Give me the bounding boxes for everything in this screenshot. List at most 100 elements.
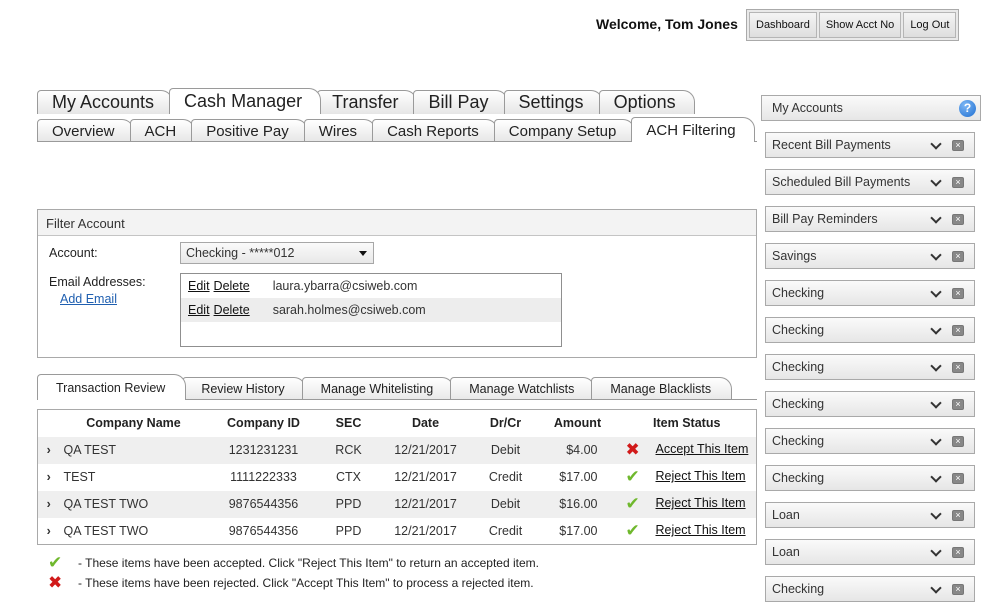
sec-code: RCK xyxy=(319,436,378,464)
tab-cash-manager[interactable]: Cash Manager xyxy=(169,88,322,114)
edit-email-link[interactable]: Edit xyxy=(188,303,210,317)
edit-email-link[interactable]: Edit xyxy=(188,279,210,293)
company-id: 9876544356 xyxy=(228,523,299,538)
sidebar-item[interactable]: Loan × xyxy=(765,502,975,528)
sidebar-item[interactable]: Checking × xyxy=(765,465,975,491)
sidebar-item[interactable]: Checking × xyxy=(765,280,975,306)
close-icon[interactable]: × xyxy=(952,214,964,225)
tab-manage-blacklists[interactable]: Manage Blacklists xyxy=(591,377,733,400)
tab-bill-pay[interactable]: Bill Pay xyxy=(413,90,508,114)
close-icon[interactable]: × xyxy=(952,399,964,410)
welcome-text: Welcome, Tom Jones xyxy=(596,16,738,32)
sidebar-item[interactable]: Checking × xyxy=(765,428,975,454)
tab-transaction-review[interactable]: Transaction Review xyxy=(37,374,187,400)
sidebar-item-label: Checking xyxy=(772,471,825,485)
tab-options[interactable]: Options xyxy=(598,90,695,114)
chevron-down-icon[interactable] xyxy=(930,138,942,150)
sidebar-item[interactable]: Bill Pay Reminders × xyxy=(765,206,975,232)
chevron-right-icon[interactable]: › xyxy=(37,436,60,464)
expand-column-header xyxy=(37,409,60,437)
chevron-down-icon[interactable] xyxy=(930,471,942,483)
sidebar-item[interactable]: Checking × xyxy=(765,354,975,380)
date: 12/21/2017 xyxy=(377,490,474,518)
close-icon[interactable]: × xyxy=(952,436,964,447)
sub-tabs: Overview ACH Positive Pay Wires Cash Rep… xyxy=(37,116,755,142)
sidebar-item[interactable]: Loan × xyxy=(765,539,975,565)
add-email-link[interactable]: Add Email xyxy=(60,292,117,306)
tab-review-history[interactable]: Review History xyxy=(182,377,306,400)
dashboard-button[interactable]: Dashboard xyxy=(749,12,817,38)
help-icon[interactable]: ? xyxy=(959,100,976,117)
tab-transfer[interactable]: Transfer xyxy=(317,90,418,114)
column-header: SEC xyxy=(319,409,378,437)
legend-accepted: ✔ - These items have been accepted. Clic… xyxy=(48,553,539,573)
tab-positive-pay[interactable]: Positive Pay xyxy=(191,119,308,142)
reject-item-link[interactable]: Reject This Item xyxy=(656,469,746,483)
show-acct-no-button[interactable]: Show Acct No xyxy=(818,12,902,38)
sidebar-item[interactable]: Checking × xyxy=(765,576,975,602)
accept-item-link[interactable]: Accept This Item xyxy=(656,442,749,456)
tab-manage-whitelisting[interactable]: Manage Whitelisting xyxy=(301,377,455,400)
legend-rejected-text: - These items have been rejected. Click … xyxy=(78,576,534,590)
close-icon[interactable]: × xyxy=(952,547,964,558)
check-icon: ✔ xyxy=(625,494,640,513)
sidebar-item-label: Loan xyxy=(772,545,800,559)
sidebar-item-label: Scheduled Bill Payments xyxy=(772,175,911,189)
account-select[interactable]: Checking - *****012 xyxy=(180,242,374,264)
chevron-down-icon[interactable] xyxy=(930,323,942,335)
chevron-down-icon[interactable] xyxy=(930,249,942,261)
reject-item-link[interactable]: Reject This Item xyxy=(656,496,746,510)
sidebar-item-label: Loan xyxy=(772,508,800,522)
tab-overview[interactable]: Overview xyxy=(37,119,134,142)
close-icon[interactable]: × xyxy=(952,177,964,188)
tab-ach-filtering[interactable]: ACH Filtering xyxy=(631,117,755,142)
date: 12/21/2017 xyxy=(394,523,457,538)
chevron-right-icon[interactable]: › xyxy=(38,518,60,545)
tab-my-accounts[interactable]: My Accounts xyxy=(37,90,174,114)
sidebar-item-label: Checking xyxy=(772,360,825,374)
chevron-right-icon[interactable]: › xyxy=(37,490,60,518)
close-icon[interactable]: × xyxy=(952,140,964,151)
sidebar-item-label: Checking xyxy=(772,286,825,300)
chevron-right-icon[interactable]: › xyxy=(38,464,60,491)
amount: $4.00 xyxy=(537,436,618,464)
sidebar-item[interactable]: Savings × xyxy=(765,243,975,269)
legend-accepted-text: - These items have been accepted. Click … xyxy=(78,556,539,570)
chevron-down-icon[interactable] xyxy=(930,175,942,187)
company-name: TEST xyxy=(63,470,96,484)
close-icon[interactable]: × xyxy=(952,362,964,373)
close-icon[interactable]: × xyxy=(952,473,964,484)
close-icon[interactable]: × xyxy=(952,325,964,336)
chevron-down-icon[interactable] xyxy=(930,434,942,446)
chevron-down-icon[interactable] xyxy=(930,397,942,409)
close-icon[interactable]: × xyxy=(952,510,964,521)
reject-item-link[interactable]: Reject This Item xyxy=(656,523,746,537)
delete-email-link[interactable]: Delete xyxy=(214,279,250,293)
tab-cash-reports[interactable]: Cash Reports xyxy=(372,119,498,142)
sidebar-item-label: Bill Pay Reminders xyxy=(772,212,878,226)
sidebar-item[interactable]: Checking × xyxy=(765,317,975,343)
chevron-down-icon[interactable] xyxy=(930,582,942,594)
tab-wires[interactable]: Wires xyxy=(303,119,377,142)
sidebar-item-label: Savings xyxy=(772,249,817,263)
log-out-button[interactable]: Log Out xyxy=(903,12,957,38)
close-icon[interactable]: × xyxy=(952,251,964,262)
close-icon[interactable]: × xyxy=(952,584,964,595)
tab-company-setup[interactable]: Company Setup xyxy=(493,119,636,142)
chevron-down-icon[interactable] xyxy=(930,286,942,298)
delete-email-link[interactable]: Delete xyxy=(214,303,250,317)
sidebar-item[interactable]: Recent Bill Payments × xyxy=(765,132,975,158)
close-icon[interactable]: × xyxy=(952,288,964,299)
tab-ach[interactable]: ACH xyxy=(129,119,196,142)
chevron-down-icon[interactable] xyxy=(930,508,942,520)
sidebar-item[interactable]: Checking × xyxy=(765,391,975,417)
check-icon: ✔ xyxy=(625,467,640,486)
header-button-group: Dashboard Show Acct No Log Out xyxy=(746,9,960,41)
sidebar-item-label: Checking xyxy=(772,582,825,596)
chevron-down-icon[interactable] xyxy=(930,212,942,224)
chevron-down-icon[interactable] xyxy=(930,360,942,372)
chevron-down-icon[interactable] xyxy=(930,545,942,557)
sidebar-item[interactable]: Scheduled Bill Payments × xyxy=(765,169,975,195)
tab-settings[interactable]: Settings xyxy=(503,90,603,114)
tab-manage-watchlists[interactable]: Manage Watchlists xyxy=(450,377,596,400)
